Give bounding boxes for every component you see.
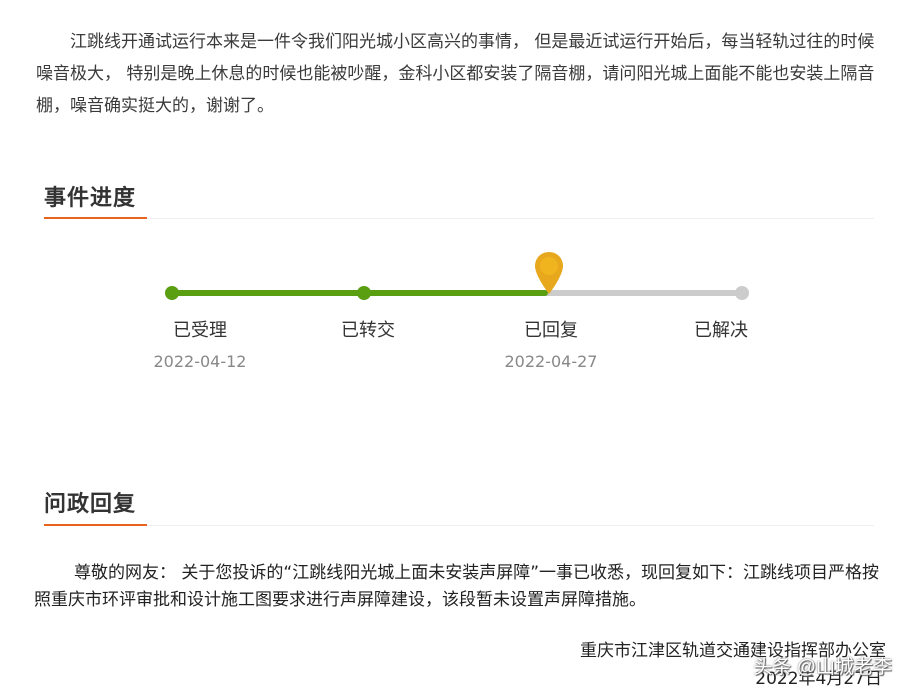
- progress-section-title: 事件进度: [44, 186, 137, 211]
- section-title-underline: [44, 217, 147, 219]
- step-label-resolved: 已解决: [694, 320, 748, 341]
- reply-section-title: 问政回复: [44, 492, 137, 517]
- complaint-text: 江跳线开通试运行本来是一件令我们阳光城小区高兴的事情， 但是最近试运行开始后，每…: [36, 32, 875, 116]
- step-date-replied: 2022-04-27: [504, 352, 598, 371]
- event-progress-tracker: 已受理 已转交 已回复 已解决 2022-04-12 2022-04-27: [0, 250, 912, 390]
- section-divider: [44, 218, 874, 219]
- step-date-accepted: 2022-04-12: [153, 352, 247, 371]
- section-title-underline: [44, 524, 147, 526]
- reply-body: 尊敬的网友： 关于您投诉的“江跳线阳光城上面未安装声屏障”一事已收悉，现回复如下…: [34, 563, 880, 610]
- step-label-transferred: 已转交: [341, 320, 395, 341]
- progress-track: [172, 290, 742, 296]
- step-dot-resolved: [735, 286, 749, 300]
- step-label-replied: 已回复: [524, 320, 578, 341]
- watermark: 头条 @山城老李: [753, 657, 892, 678]
- step-dot-transferred: [357, 286, 371, 300]
- section-divider: [44, 525, 874, 526]
- current-step-marker-icon: [535, 252, 563, 294]
- step-dot-accepted: [165, 286, 179, 300]
- step-label-accepted: 已受理: [173, 320, 227, 341]
